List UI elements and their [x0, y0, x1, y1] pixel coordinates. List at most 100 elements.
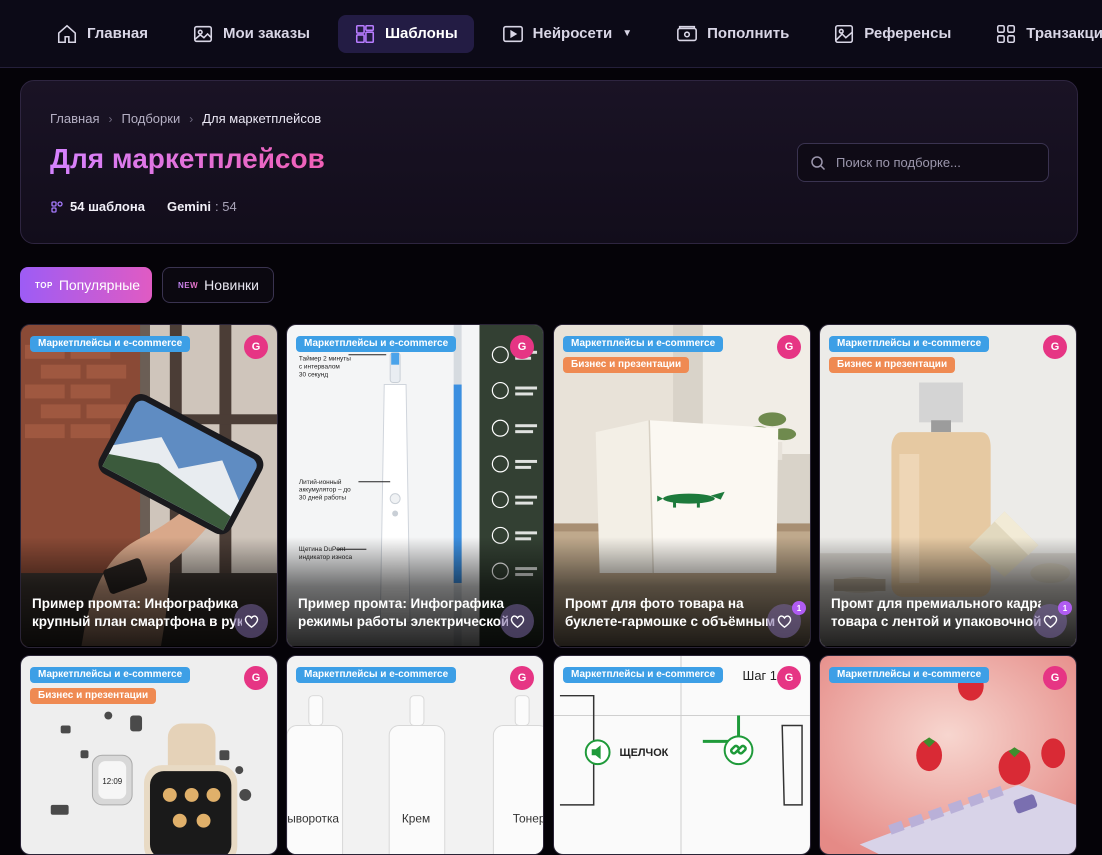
category-chip: Маркетплейсы и e-commerce — [563, 667, 724, 683]
filter-popular-button[interactable]: TOP Популярные — [20, 267, 152, 303]
bottle-label: Сыворотка — [287, 812, 339, 826]
card-image-flow: ЩЕЛЧОК Шаг 1 — [554, 656, 810, 854]
category-chip: Маркетплейсы и e-commerce — [563, 336, 724, 352]
heart-icon — [510, 614, 524, 628]
nav-templates[interactable]: Шаблоны — [337, 14, 474, 53]
brush-label-1c: 30 секунд — [299, 372, 328, 379]
nav-transactions-label: Транзакции — [1026, 25, 1102, 42]
chevron-down-icon[interactable]: ▼ — [622, 28, 632, 39]
top-badge: TOP — [35, 280, 53, 290]
top-navigation: Главная Мои заказы Шаблоны Нейросети ▼ П… — [0, 0, 1102, 68]
breadcrumb-current: Для маркетплейсов — [202, 111, 322, 126]
gemini-badge: G — [1043, 335, 1067, 359]
card-title-line: режимы работы электрической — [298, 614, 508, 629]
nav-neural[interactable]: Нейросети ▼ — [486, 15, 648, 53]
category-chip: Маркетплейсы и e-commerce — [829, 667, 990, 683]
flow-step: Шаг 1 — [743, 668, 777, 683]
heart-icon — [777, 614, 791, 628]
template-card[interactable]: Сыворотка Крем Тонер Маркетплейсы и e-co… — [286, 655, 544, 855]
card-title-line: Пример промта: Инфографика — [298, 596, 505, 611]
brush-label-2: Литий-ионный — [299, 478, 342, 486]
brush-label-2c: 30 дней работы — [299, 494, 346, 502]
like-count-badge: 1 — [1058, 601, 1072, 615]
gemini-badge: G — [244, 335, 268, 359]
bottle-label: Крем — [402, 812, 430, 826]
search-icon — [811, 155, 826, 170]
card-title: Пример промта: Инфографика режимы работы… — [298, 595, 508, 631]
gemini-badge: G — [1043, 666, 1067, 690]
category-chip: Бизнес и презентации — [563, 357, 690, 373]
model-count: : 54 — [215, 199, 237, 214]
heart-icon — [1043, 614, 1057, 628]
template-card[interactable]: Маркетплейсы и e-commerce Бизнес и презе… — [819, 324, 1077, 648]
nav-topup-label: Пополнить — [707, 25, 790, 42]
flow-label: ЩЕЛЧОК — [619, 747, 668, 759]
template-card[interactable]: Таймер 2 минуты с интервалом 30 секунд Л… — [286, 324, 544, 648]
card-image-keyboard — [820, 656, 1076, 854]
breadcrumb-collections[interactable]: Подборки — [121, 111, 180, 126]
template-card[interactable]: Маркетплейсы и e-commerce G — [819, 655, 1077, 855]
nav-home-label: Главная — [87, 25, 149, 42]
nav-references-label: Референсы — [864, 25, 952, 42]
category-chip: Бизнес и презентации — [829, 357, 956, 373]
filter-popular-label: Популярные — [58, 277, 141, 293]
gemini-badge: G — [777, 335, 801, 359]
play-icon — [502, 25, 523, 42]
template-card[interactable]: 12:09 Маркетплейсы и e-commerce Бизнес и… — [20, 655, 278, 855]
home-icon — [57, 24, 77, 43]
nav-topup[interactable]: Пополнить — [660, 15, 805, 53]
page-title: Для маркетплейсов — [50, 143, 325, 174]
grid-icon — [997, 24, 1016, 43]
breadcrumb: Главная › Подборки › Для маркетплейсов — [50, 111, 321, 126]
nav-references[interactable]: Референсы — [817, 15, 967, 53]
template-count: 54 шаблона — [70, 199, 145, 214]
card-title-line: товара с лентой и упаковочной — [831, 614, 1041, 629]
templates-icon — [51, 200, 63, 213]
like-count-badge: 1 — [792, 601, 806, 615]
template-card[interactable]: Маркетплейсы и e-commerce Бизнес и презе… — [553, 324, 811, 648]
nav-transactions[interactable]: Транзакции — [979, 15, 1102, 53]
image-icon — [193, 25, 213, 42]
card-title-line: Промт для премиального кадра — [831, 596, 1041, 611]
breadcrumb-home[interactable]: Главная — [50, 111, 99, 126]
category-chip: Маркетплейсы и e-commerce — [829, 336, 990, 352]
nav-templates-label: Шаблоны — [384, 25, 458, 42]
template-card[interactable]: Маркетплейсы и e-commerce G Пример промт… — [20, 324, 278, 648]
card-title-line: крупный план смартфона в руке — [32, 614, 242, 629]
nav-orders[interactable]: Мои заказы — [176, 15, 326, 53]
like-button[interactable] — [234, 604, 268, 638]
card-title: Пример промта: Инфографика крупный план … — [32, 595, 242, 631]
chevron-right-icon: › — [108, 111, 113, 126]
card-title: Промт для фото товара на буклете-гармошк… — [565, 595, 775, 631]
bottle-label: Тонер — [513, 812, 543, 826]
nav-neural-label: Нейросети — [532, 25, 613, 42]
gemini-badge: G — [510, 666, 534, 690]
card-title-line: Пример промта: Инфографика — [32, 596, 239, 611]
wallet-icon — [677, 25, 698, 41]
like-button[interactable] — [500, 604, 534, 638]
watch-time: 12:09 — [102, 777, 122, 786]
new-badge: NEW — [178, 280, 199, 290]
model-name: Gemini — [166, 199, 212, 214]
card-image-bottles: Сыворотка Крем Тонер — [287, 656, 543, 854]
card-title-line: буклете-гармошке с объёмным — [565, 614, 775, 629]
gemini-badge: G — [777, 666, 801, 690]
category-chip: Маркетплейсы и e-commerce — [30, 667, 191, 683]
nav-orders-label: Мои заказы — [223, 25, 310, 42]
brush-label-2b: аккумулятор – до — [299, 487, 351, 494]
chevron-right-icon: › — [189, 111, 194, 126]
gemini-badge: G — [244, 666, 268, 690]
category-chip: Маркетплейсы и e-commerce — [30, 336, 191, 352]
card-image-smartwatch: 12:09 — [21, 656, 277, 854]
category-chip: Маркетплейсы и e-commerce — [296, 667, 457, 683]
filter-new-button[interactable]: NEW Новинки — [162, 267, 274, 303]
collection-stats: 54 шаблона Gemini : 54 — [51, 199, 237, 214]
card-title-line: Промт для фото товара на — [565, 596, 744, 611]
template-card[interactable]: ЩЕЛЧОК Шаг 1 Маркетплейсы и e-commerce G — [553, 655, 811, 855]
category-chip: Бизнес и презентации — [30, 688, 157, 704]
picture-icon — [835, 24, 854, 43]
search-input[interactable] — [836, 155, 1026, 170]
nav-home[interactable]: Главная — [40, 15, 164, 53]
brush-label-1b: с интервалом — [299, 364, 340, 371]
heart-icon — [244, 614, 258, 628]
